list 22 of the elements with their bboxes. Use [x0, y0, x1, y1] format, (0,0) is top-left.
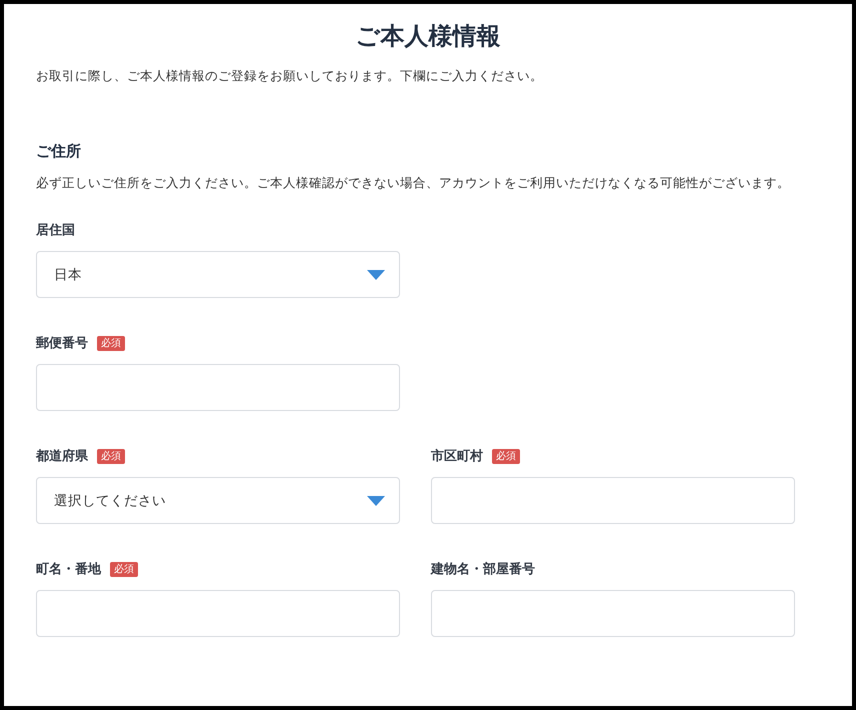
field-label: 建物名・部屋番号: [431, 560, 535, 578]
input-field[interactable]: [36, 590, 400, 637]
dropdown-caret-icon: [367, 270, 385, 280]
field-label: 郵便番号: [36, 335, 88, 352]
field-label: 町名・番地: [36, 561, 101, 578]
dropdown-caret-icon: [367, 496, 385, 506]
field-label: 市区町村: [431, 448, 483, 465]
required-badge: 必須: [97, 448, 125, 464]
required-badge: 必須: [97, 336, 125, 350]
input-field[interactable]: [431, 477, 795, 524]
select-field[interactable]: 日本: [36, 251, 400, 298]
field-label: 居住国: [36, 222, 75, 239]
required-badge: 必須: [492, 448, 520, 464]
section-heading: ご住所: [36, 141, 82, 162]
input-field[interactable]: [431, 590, 795, 637]
page-title: ご本人様情報: [354, 21, 502, 52]
input-field[interactable]: [36, 364, 400, 411]
intro-text: お取引に際し、ご本人様情報のご登録をお願いしております。下欄にご入力ください。: [36, 67, 544, 85]
field-label: 都道府県: [36, 448, 88, 465]
select-field[interactable]: 選択してください: [36, 477, 400, 524]
section-description: 必ず正しいご住所をご入力ください。ご本人様確認ができない場合、アカウントをご利用いただけなくなる可能性がございます。: [36, 174, 791, 192]
required-badge: 必須: [110, 562, 138, 576]
